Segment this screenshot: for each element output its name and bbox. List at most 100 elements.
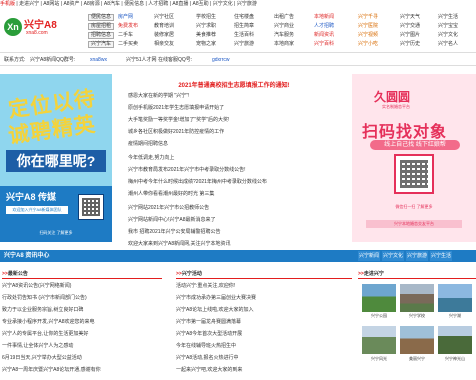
list-item[interactable]: 6月19日当天,兴宁举办大型公益活动 [2, 354, 162, 361]
list-item[interactable]: 兴宁A8一周年庆暨兴宁A8论坛开通,感谢有你 [2, 366, 162, 373]
list-item[interactable]: 行政处罚告知书 (兴宁市新闻部门公告) [2, 294, 162, 301]
nav-link[interactable]: 本地商家 [274, 41, 294, 48]
top-link-mobile[interactable]: 手机版 [0, 1, 15, 7]
nav-row-head[interactable]: 兴宁汽车 [88, 41, 114, 48]
nav-link[interactable]: 美食推荐 [196, 32, 216, 39]
list-item[interactable]: 兴宁A8论坛上线啦,欢迎大家的加入 [176, 306, 352, 313]
nav-link[interactable]: 兴宁生活 [438, 14, 458, 21]
news-item[interactable]: 兴宁网站2021年兴宁市公招教师公告 [128, 204, 346, 211]
nav-link[interactable]: 兴宁求职 [196, 23, 216, 30]
photo-caption[interactable]: 兴宁神光山 [435, 356, 475, 362]
nav-row-head[interactable]: 便民信息 [88, 14, 114, 21]
top-link-live[interactable]: A8直播 [172, 1, 188, 7]
nav-link[interactable]: 兴宁社区 [154, 14, 174, 21]
top-link-help[interactable]: A8互助 [193, 1, 209, 7]
news-headline[interactable]: 2021年普通高校招生志愿填报工作的通知! [122, 80, 346, 89]
photo-thumbnail[interactable] [362, 284, 396, 312]
news-item[interactable]: 我市 招聘2021年兴宁公安局辅警招聘公告 [128, 228, 346, 235]
nav-link[interactable]: 二手车 [118, 32, 133, 39]
top-link-jobs[interactable]: 人才招聘 [148, 1, 168, 7]
tab-life[interactable]: 兴宁生活 [430, 251, 452, 261]
tab-news[interactable]: 兴宁新闻 [358, 251, 380, 261]
list-item[interactable]: 一件事情,让全体兴宁人为之感动 [2, 342, 162, 349]
news-item[interactable]: 兴宁市教育局发布2021年兴宁市中考录取分数线公告! [128, 166, 346, 173]
nav-link[interactable]: 房产网 [118, 14, 133, 21]
nav-link[interactable]: 生活百科 [234, 32, 254, 39]
top-link-housing[interactable]: A8房源 [84, 1, 100, 7]
nav-link[interactable]: 免费发布 [118, 23, 138, 30]
nav-row-head[interactable]: 房屋招租 [88, 23, 114, 30]
photo-thumbnail[interactable] [438, 284, 472, 312]
top-link-assets[interactable]: A8资产 [63, 1, 79, 7]
contact-link-qq[interactable]: xna8wx [90, 53, 107, 67]
list-item[interactable]: 兴宁市第一届龙舟赛圆满落幕 [176, 318, 352, 325]
top-link-site[interactable]: A8网站 [43, 1, 59, 7]
nav-link[interactable]: 兴宁小吃 [358, 41, 378, 48]
nav-link[interactable]: 兴宁千寻 [358, 14, 378, 21]
nav-link[interactable]: 教育培训 [154, 23, 174, 30]
list-item[interactable]: 兴宁A8活动,报名火热进行中 [176, 354, 352, 361]
nav-link[interactable]: 兴宁文化 [438, 32, 458, 39]
site-logo[interactable]: Xn 兴宁A8 xna8.com [4, 12, 64, 46]
news-item[interactable]: 城乡各社区积极做好2021年防控疫情的工作 [128, 128, 346, 135]
list-item[interactable]: 专业承接小程序开发,兴宁A8欢迎您的来电 [2, 318, 162, 325]
photo-thumbnail[interactable] [362, 326, 396, 354]
news-item[interactable]: 兴宁网站新闻中心!兴宁A8最新消息来了 [128, 216, 346, 223]
nav-link[interactable]: 汽车服务 [274, 32, 294, 39]
nav-link[interactable]: 兴宁宝宝 [438, 23, 458, 30]
photo-caption[interactable]: 兴宁学校 [397, 313, 437, 319]
contact-link-service[interactable]: gdxrrcw [212, 53, 230, 67]
column-title[interactable]: 兴宁活动 [182, 271, 202, 277]
list-item[interactable]: 活动兴宁:重点关注,欢迎你! [176, 282, 352, 289]
nav-link[interactable]: 装修家居 [154, 32, 174, 39]
tab-culture[interactable]: 兴宁文化 [382, 251, 404, 261]
nav-link[interactable]: 兴宁交通 [400, 23, 420, 30]
nav-link[interactable]: 兴宁旅游 [234, 41, 254, 48]
news-item[interactable]: 今年低调走,努力向上 [128, 154, 346, 161]
nav-link[interactable]: 相亲交友 [154, 41, 174, 48]
dating-ad-banner[interactable]: 久圆圆 实名制婚恋平台 扫码找对象 线上自己找 线下红娘帮 微信扫一扫 了解更多… [352, 74, 476, 242]
nav-link[interactable]: 兴宁医院 [358, 23, 378, 30]
photo-caption[interactable]: 兴宁风光 [359, 356, 399, 362]
nav-link[interactable]: 兴宁商业 [274, 23, 294, 30]
photo-thumbnail[interactable] [438, 326, 472, 354]
news-item[interactable]: 潮州人带你看看潮州最好的时光 第三集 [128, 190, 346, 197]
column-title[interactable]: 走进兴宁 [364, 271, 384, 277]
list-item[interactable]: 兴宁市成功承办第三届创业大赛决赛 [176, 294, 352, 301]
nav-link[interactable]: 兴宁图片 [400, 32, 420, 39]
top-link-services[interactable]: 便民信息 [124, 1, 144, 7]
column-title[interactable]: 最新公告 [8, 271, 28, 277]
list-item[interactable]: 致力于以企业服务宗旨,树立良好口碑 [2, 306, 162, 313]
nav-link[interactable]: 人才招聘 [314, 23, 334, 30]
news-item[interactable]: 疫情期间招聘信息 [128, 140, 346, 147]
nav-link[interactable]: 兴宁百科 [314, 41, 334, 48]
news-item[interactable]: 原创手机版2021年学生志愿填报申请开始了 [128, 104, 346, 111]
photo-thumbnail[interactable] [400, 284, 434, 312]
nav-link[interactable]: 兴宁历史 [400, 41, 420, 48]
photo-thumbnail[interactable] [400, 326, 434, 354]
nav-link[interactable]: 出租广告 [274, 14, 294, 21]
top-link-travel[interactable]: 兴宁旅游 [237, 1, 257, 7]
news-item[interactable]: 欢迎大家来到兴宁A8新闻网,关注兴宁本地资讯 [128, 240, 346, 247]
list-item[interactable]: 一起来兴宁吧,欢迎大家的到来 [176, 366, 352, 373]
list-item[interactable]: 兴宁A8今年首次大型活动开展 [176, 330, 352, 337]
photo-caption[interactable]: 兴宁公园 [359, 313, 399, 319]
nav-row-head[interactable]: 招聘信息 [88, 32, 114, 39]
nav-link[interactable]: 兴宁名人 [438, 41, 458, 48]
top-link-culture[interactable]: 兴宁文化 [213, 1, 233, 7]
top-link-cars[interactable]: A8汽车 [104, 1, 120, 7]
top-link-intro[interactable]: 走进兴宁 [19, 1, 39, 7]
news-item[interactable]: 感恩大家在新的学期 "兴宁"! [128, 92, 346, 99]
list-item[interactable]: 兴宁A8资讯公告(兴宁网络新闻) [2, 282, 162, 289]
nav-link[interactable]: 新闻资讯 [314, 32, 334, 39]
nav-link[interactable]: 宠物之家 [196, 41, 216, 48]
photo-caption[interactable]: 兴宁湖 [435, 313, 475, 319]
nav-link[interactable]: 二手买卖 [118, 41, 138, 48]
recruitment-banner[interactable]: 定位以待 诚聘精英 你在哪里呢? 兴宁A8 传媒 欢迎加入兴宁A8新媒体团队 扫… [0, 74, 112, 242]
nav-link[interactable]: 兴宁天气 [400, 14, 420, 21]
news-item[interactable]: 梅州中考今年什么时候出成绩?2021年梅州中考录取分数线公布 [128, 178, 346, 185]
nav-link[interactable]: 招生简章 [234, 23, 254, 30]
nav-link[interactable]: 本地新闻 [314, 14, 334, 21]
list-item[interactable]: 今年在线辅导班火热招生中 [176, 342, 352, 349]
nav-link[interactable]: 住宅楼盘 [234, 14, 254, 21]
